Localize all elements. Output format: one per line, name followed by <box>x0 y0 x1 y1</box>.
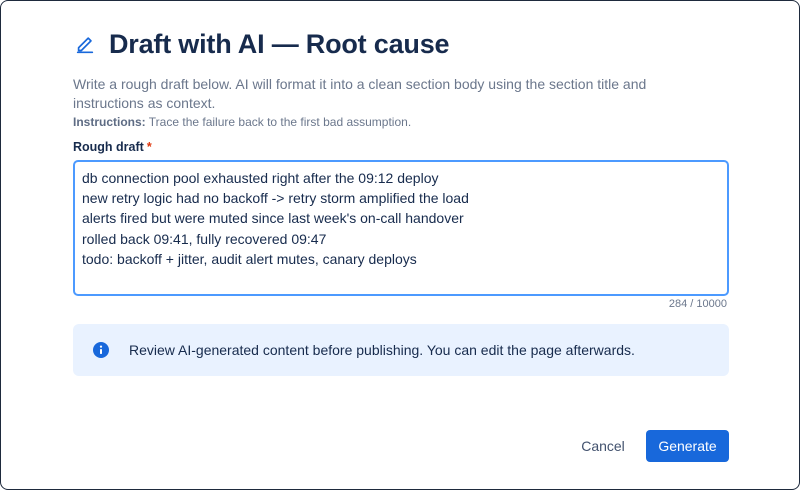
instructions-label: Instructions: <box>73 115 146 129</box>
instructions-text: Trace the failure back to the first bad … <box>148 115 412 129</box>
dialog-description: Write a rough draft below. AI will forma… <box>73 76 647 111</box>
info-banner: Review AI-generated content before publi… <box>73 324 729 376</box>
draft-with-ai-dialog: Draft with AI — Root cause Write a rough… <box>0 0 800 490</box>
info-icon <box>93 342 109 358</box>
draft-line: alerts fired but were muted since last w… <box>82 210 464 227</box>
draft-line: todo: backoff + jitter, audit alert mute… <box>82 250 417 267</box>
instructions: Instructions: Trace the failure back to … <box>73 115 411 129</box>
draft-line: db connection pool exhausted right after… <box>82 170 439 186</box>
rough-draft-textarea[interactable]: db connection pool exhausted right after… <box>73 160 729 296</box>
dialog-title: Draft with AI — Root cause <box>109 29 450 59</box>
required-marker: * <box>146 140 152 154</box>
rough-draft-label-text: Rough draft <box>73 140 144 154</box>
rough-draft-label: Rough draft * <box>73 140 152 154</box>
generate-button[interactable]: Generate <box>646 430 729 462</box>
character-counter: 284 / 10000 <box>668 298 727 310</box>
pencil-icon <box>73 33 97 57</box>
draft-line: rolled back 09:41, fully recovered 09:47 <box>82 230 327 247</box>
cancel-button[interactable]: Cancel <box>569 430 637 462</box>
info-message: Review AI-generated content before publi… <box>129 342 635 358</box>
dialog-header: Draft with AI — Root cause <box>73 29 450 60</box>
draft-line: new retry logic had no backoff -> retry … <box>82 190 469 207</box>
